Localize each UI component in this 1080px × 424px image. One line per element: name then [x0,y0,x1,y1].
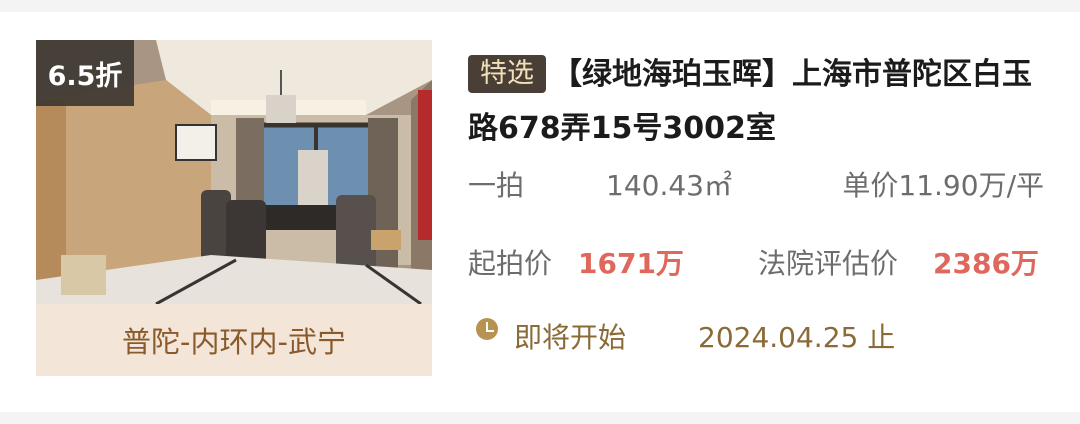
listing-meta-row: 一拍 140.43㎡ 单价11.90万/平 [468,166,1048,206]
appraisal-label: 法院评估价 [758,247,899,280]
auction-round: 一拍 [468,169,525,202]
auction-listing-card[interactable]: 6.5折 普陀-内环内-武宁 特选 【绿地海珀玉晖】上海市普陀区白玉路678弄15… [0,12,1080,412]
featured-tag: 特选 [468,55,546,93]
listing-thumbnail[interactable]: 6.5折 普陀-内环内-武宁 [36,40,432,376]
area-value: 140.43㎡ [606,169,732,202]
listing-title[interactable]: 特选 【绿地海珀玉晖】上海市普陀区白玉路678弄15号3002室 [468,48,1053,156]
start-price-value: 1671万 [578,247,684,280]
clock-icon [476,318,498,340]
auction-status: 即将开始 [514,321,627,354]
location-label: 普陀-内环内-武宁 [36,304,432,376]
discount-badge: 6.5折 [36,40,134,106]
appraisal-value: 2386万 [933,247,1039,280]
listing-title-text: 【绿地海珀玉晖】上海市普陀区白玉路678弄15号3002室 [468,57,1032,146]
price-row: 起拍价 1671万 法院评估价 2386万 [468,244,1048,284]
top-divider [0,0,1080,12]
unit-price: 单价11.90万/平 [842,169,1044,202]
bottom-divider [0,412,1080,424]
auction-end-date: 2024.04.25 止 [698,321,896,354]
start-price-label: 起拍价 [468,247,553,280]
status-row: 即将开始 2024.04.25 止 [468,318,1048,358]
